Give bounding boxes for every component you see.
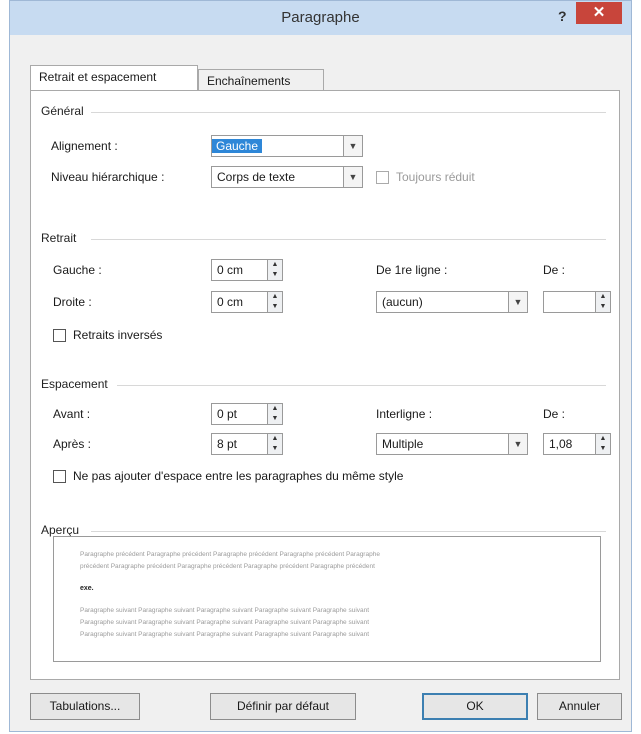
- tab-line-page-breaks-label: Enchaînements: [207, 74, 291, 88]
- preview-box: Paragraphe précédent Paragraphe précéden…: [53, 536, 601, 662]
- spacing-after-input[interactable]: 8 pt ▲ ▼: [211, 433, 283, 455]
- indent-right-value: 0 cm: [217, 295, 244, 309]
- line-spacing-select[interactable]: Multiple ▼: [376, 433, 528, 455]
- up-down-arrows-icon[interactable]: ▲ ▼: [267, 292, 282, 312]
- set-default-button[interactable]: Définir par défaut: [210, 693, 356, 720]
- indent-by-label: De :: [543, 263, 566, 277]
- tab-line-page-breaks[interactable]: Enchaînements: [198, 69, 324, 91]
- ok-button[interactable]: OK: [422, 693, 528, 720]
- divider: [117, 385, 606, 386]
- preview-sample-text: exe.: [80, 585, 94, 592]
- help-button[interactable]: ?: [558, 8, 567, 24]
- first-line-select[interactable]: (aucun) ▼: [376, 291, 528, 313]
- first-line-label: De 1re ligne :: [376, 263, 448, 277]
- line-spacing-at-value: 1,08: [549, 437, 573, 451]
- preview-previous-text: précédent Paragraphe précédent Paragraph…: [80, 563, 375, 570]
- spacing-before-value: 0 pt: [217, 407, 238, 421]
- line-spacing-value: Multiple: [382, 437, 424, 451]
- first-line-value: (aucun): [382, 295, 423, 309]
- chevron-down-icon[interactable]: ▼: [343, 167, 362, 187]
- divider: [91, 531, 606, 532]
- preview-next-text: Paragraphe suivant Paragraphe suivant Pa…: [80, 619, 370, 626]
- line-spacing-label: Interligne :: [376, 407, 433, 421]
- alignment-label: Alignement :: [51, 139, 118, 153]
- preview-next-text: Paragraphe suivant Paragraphe suivant Pa…: [80, 607, 370, 614]
- line-spacing-at-input[interactable]: 1,08 ▲ ▼: [543, 433, 611, 455]
- spacing-after-value: 8 pt: [217, 437, 238, 451]
- mirror-indents-label: Retraits inversés: [73, 328, 163, 342]
- divider: [91, 239, 606, 240]
- indent-left-input[interactable]: 0 cm ▲ ▼: [211, 259, 283, 281]
- paragraph-dialog: Paragraphe ? ✕ Retrait et espacement Enc…: [9, 0, 632, 732]
- section-preview: Aperçu: [41, 523, 80, 537]
- collapsed-checkbox[interactable]: [376, 171, 389, 184]
- chevron-down-icon[interactable]: ▼: [508, 434, 527, 454]
- section-indentation: Retrait: [41, 231, 77, 245]
- collapsed-label: Toujours réduit: [396, 170, 475, 184]
- divider: [91, 112, 606, 113]
- tab-indent-spacing-label: Retrait et espacement: [39, 70, 157, 84]
- spacing-before-label: Avant :: [53, 407, 91, 421]
- cancel-button[interactable]: Annuler: [537, 693, 622, 720]
- spacing-after-label: Après :: [53, 437, 92, 451]
- section-spacing: Espacement: [41, 377, 108, 391]
- outline-level-value: Corps de texte: [217, 170, 296, 184]
- no-space-same-style-label: Ne pas ajouter d'espace entre les paragr…: [73, 469, 404, 483]
- dialog-title: Paragraphe: [281, 9, 360, 26]
- indent-by-input[interactable]: ▲ ▼: [543, 291, 611, 313]
- up-down-arrows-icon[interactable]: ▲ ▼: [267, 260, 282, 280]
- tab-panel: Général Alignement : Gauche ▼ Niveau hié…: [30, 90, 620, 680]
- mirror-indents-checkbox[interactable]: [53, 329, 66, 342]
- preview-previous-text: Paragraphe précédent Paragraphe précéden…: [80, 551, 380, 558]
- close-icon[interactable]: ✕: [576, 2, 622, 24]
- tabs-button[interactable]: Tabulations...: [30, 693, 140, 720]
- title-bar[interactable]: Paragraphe ? ✕: [10, 1, 631, 35]
- preview-next-text: Paragraphe suivant Paragraphe suivant Pa…: [80, 631, 370, 638]
- chevron-down-icon[interactable]: ▼: [343, 136, 362, 156]
- up-down-arrows-icon[interactable]: ▲ ▼: [595, 434, 610, 454]
- section-general: Général: [41, 104, 84, 118]
- indent-left-label: Gauche :: [53, 263, 102, 277]
- up-down-arrows-icon[interactable]: ▲ ▼: [267, 404, 282, 424]
- up-down-arrows-icon[interactable]: ▲ ▼: [267, 434, 282, 454]
- chevron-down-icon[interactable]: ▼: [508, 292, 527, 312]
- spacing-before-input[interactable]: 0 pt ▲ ▼: [211, 403, 283, 425]
- up-down-arrows-icon[interactable]: ▲ ▼: [595, 292, 610, 312]
- indent-right-input[interactable]: 0 cm ▲ ▼: [211, 291, 283, 313]
- outline-level-select[interactable]: Corps de texte ▼: [211, 166, 363, 188]
- alignment-select[interactable]: Gauche ▼: [211, 135, 363, 157]
- indent-right-label: Droite :: [53, 295, 92, 309]
- no-space-same-style-checkbox[interactable]: [53, 470, 66, 483]
- line-spacing-at-label: De :: [543, 407, 566, 421]
- tab-indent-spacing[interactable]: Retrait et espacement: [30, 65, 198, 91]
- outline-level-label: Niveau hiérarchique :: [51, 170, 165, 184]
- alignment-value: Gauche: [212, 139, 263, 153]
- indent-left-value: 0 cm: [217, 263, 244, 277]
